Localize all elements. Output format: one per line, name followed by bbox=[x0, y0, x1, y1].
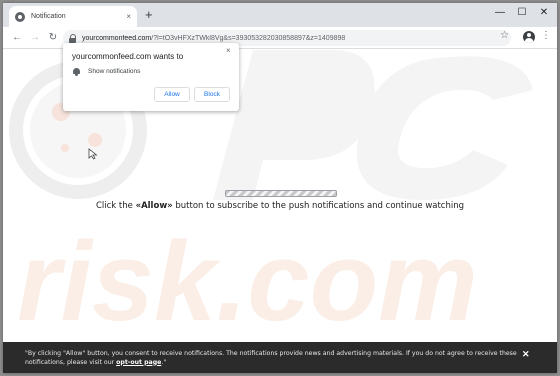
opt-out-link[interactable]: opt-out page bbox=[116, 359, 161, 366]
tab-title: Notification bbox=[31, 13, 66, 20]
browser-window: Notification × + — ☐ ✕ ← → ↻ yourcommonf… bbox=[3, 3, 557, 373]
browser-menu-icon[interactable]: ⋮ bbox=[541, 30, 551, 42]
allow-button[interactable]: Allow bbox=[154, 87, 190, 102]
message-after: button to subscribe to the push notifica… bbox=[172, 201, 465, 211]
globe-icon bbox=[15, 11, 25, 22]
url-domain: yourcommonfeed.com bbox=[82, 34, 152, 42]
bookmark-star-icon[interactable]: ☆ bbox=[500, 30, 509, 41]
watermark-text: risk.com bbox=[17, 219, 478, 344]
consent-end: ." bbox=[161, 358, 167, 366]
consent-bar: "By clicking "Allow" button, you consent… bbox=[3, 342, 557, 373]
popup-close-icon[interactable]: × bbox=[226, 46, 231, 55]
message-before: Click the bbox=[95, 201, 136, 211]
consent-text: "By clicking "Allow" button, you consent… bbox=[25, 350, 525, 367]
profile-avatar-icon[interactable] bbox=[523, 31, 535, 43]
tab-notification[interactable]: Notification × bbox=[9, 6, 137, 27]
notification-permission-popup: yourcommonfeed.com wants to × Show notif… bbox=[63, 43, 239, 111]
block-button[interactable]: Block bbox=[194, 87, 230, 102]
lock-icon[interactable] bbox=[69, 33, 77, 43]
url-text[interactable]: yourcommonfeed.com/?l=tO3vHFXzTWkl8Vg&s=… bbox=[82, 35, 345, 42]
message-allow-highlight: «Allow» bbox=[135, 201, 173, 211]
mouse-cursor-icon bbox=[88, 148, 98, 160]
subscribe-message: Click the «Allow» button to subscribe to… bbox=[3, 201, 557, 211]
new-tab-button[interactable]: + bbox=[145, 7, 153, 23]
consent-body: "By clicking "Allow" button, you consent… bbox=[25, 350, 517, 366]
permission-label: Show notifications bbox=[88, 68, 141, 75]
tab-strip: Notification × + — ☐ ✕ bbox=[3, 3, 557, 27]
tab-close-icon[interactable]: × bbox=[126, 12, 131, 21]
forward-button[interactable]: → bbox=[27, 30, 43, 46]
back-button[interactable]: ← bbox=[9, 30, 25, 46]
reload-button[interactable]: ↻ bbox=[45, 30, 61, 46]
close-window-button[interactable]: ✕ bbox=[531, 5, 557, 21]
url-path: /?l=tO3vHFXzTWkl8Vg&s=393053282030858897… bbox=[151, 34, 346, 42]
popup-title: yourcommonfeed.com wants to bbox=[72, 52, 184, 61]
loading-bar bbox=[225, 190, 337, 197]
bell-icon bbox=[73, 68, 80, 76]
consent-close-button[interactable]: ✕ bbox=[522, 349, 530, 360]
